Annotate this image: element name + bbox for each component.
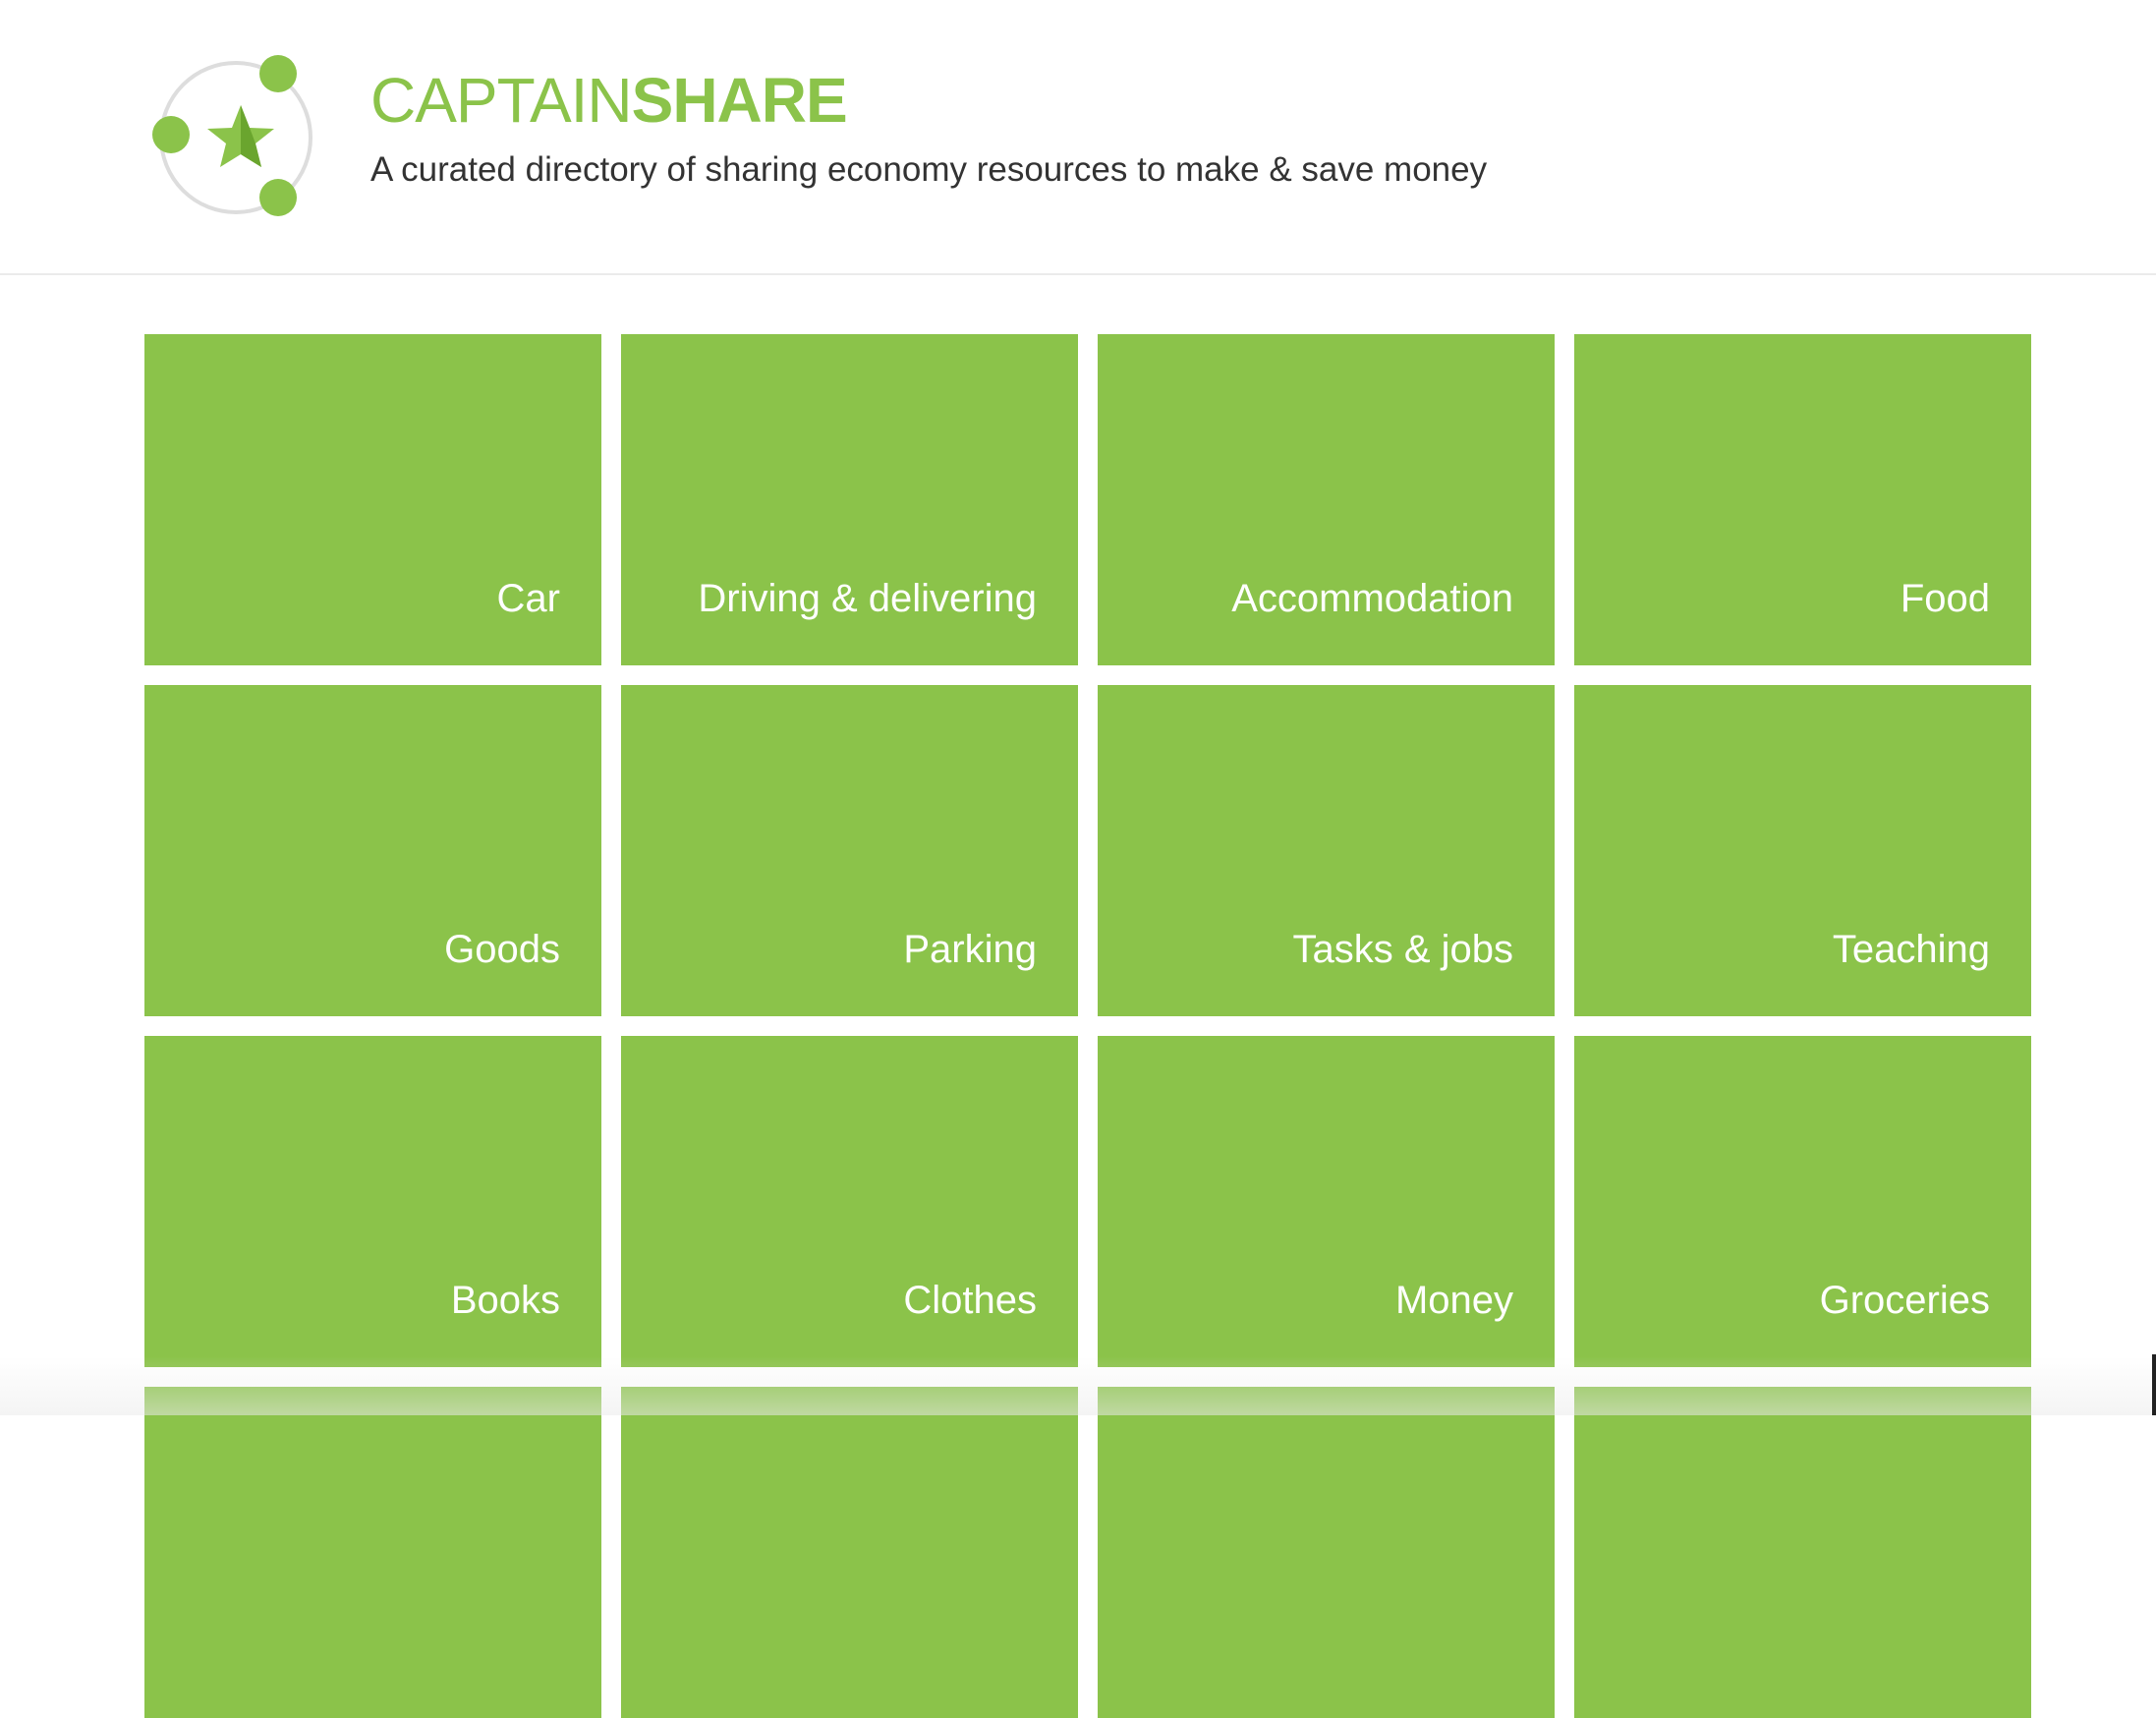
category-tile[interactable] (1098, 1387, 1555, 1718)
category-tile-food[interactable]: Food (1574, 334, 2031, 665)
category-label: Goods (444, 928, 560, 971)
category-tile-accommodation[interactable]: Accommodation (1098, 334, 1555, 665)
site-title[interactable]: CAPTAINSHARE (370, 61, 848, 140)
category-tile-goods[interactable]: Goods (144, 685, 601, 1016)
category-tile-driving-delivering[interactable]: Driving & delivering (621, 334, 1078, 665)
site-title-bold: SHARE (631, 65, 848, 136)
category-tile-money[interactable]: Money (1098, 1036, 1555, 1367)
category-tile[interactable] (144, 1387, 601, 1718)
category-tile[interactable] (1574, 1387, 2031, 1718)
category-label: Books (450, 1279, 560, 1322)
category-tile-teaching[interactable]: Teaching (1574, 685, 2031, 1016)
category-label: Teaching (1832, 928, 1990, 971)
category-grid: Car Driving & delivering Accommodation F… (144, 334, 2032, 1718)
site-header: CAPTAINSHARE A curated directory of shar… (0, 0, 2156, 275)
category-label: Food (1900, 577, 1990, 620)
scrollbar-edge (2152, 1354, 2156, 1415)
site-tagline: A curated directory of sharing economy r… (370, 150, 1488, 189)
category-label: Driving & delivering (698, 577, 1037, 620)
category-tile-parking[interactable]: Parking (621, 685, 1078, 1016)
category-tile-car[interactable]: Car (144, 334, 601, 665)
category-tile-groceries[interactable]: Groceries (1574, 1036, 2031, 1367)
category-label: Groceries (1819, 1279, 1990, 1322)
category-label: Accommodation (1231, 577, 1513, 620)
category-label: Money (1394, 1279, 1513, 1322)
category-tile-tasks-jobs[interactable]: Tasks & jobs (1098, 685, 1555, 1016)
site-title-light: CAPTAIN (370, 65, 633, 136)
category-label: Parking (903, 928, 1037, 971)
category-label: Car (496, 577, 560, 620)
captainshare-logo-icon[interactable] (145, 49, 322, 226)
category-tile-books[interactable]: Books (144, 1036, 601, 1367)
category-tile-clothes[interactable]: Clothes (621, 1036, 1078, 1367)
category-label: Clothes (903, 1279, 1037, 1322)
category-label: Tasks & jobs (1292, 928, 1513, 971)
category-tile[interactable] (621, 1387, 1078, 1718)
